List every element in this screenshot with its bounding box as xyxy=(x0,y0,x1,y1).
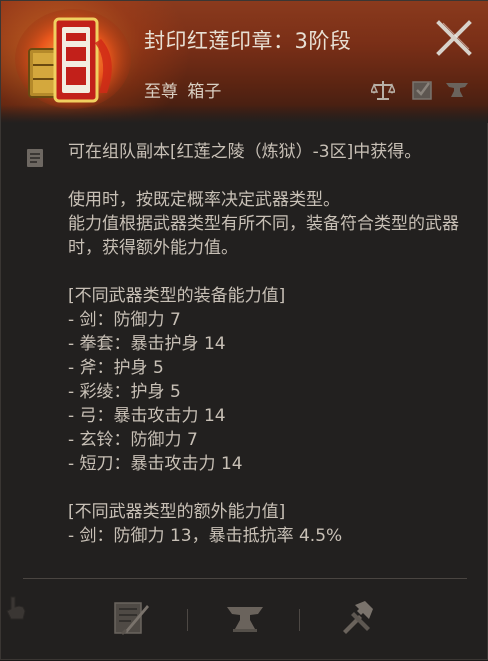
stat-line: - 斧：护身 5 xyxy=(68,358,164,378)
cursor-icon xyxy=(6,596,26,620)
item-tooltip-panel: 封印红莲印章：3阶段 至尊 箱子 可在组队副本[红莲之陵（炼狱）-3区]中获得。… xyxy=(0,0,488,660)
item-grade-type: 至尊 箱子 xyxy=(144,82,222,102)
tooltip-header: 封印红莲印章：3阶段 至尊 箱子 xyxy=(1,1,488,123)
description-usage: 使用时，按既定概率决定武器类型。 xyxy=(68,190,340,210)
anvil-icon[interactable] xyxy=(445,79,469,101)
document-icon xyxy=(27,149,43,167)
stat-line: - 弓：暴击攻击力 14 xyxy=(68,406,226,426)
dismantle-icon[interactable] xyxy=(111,597,151,637)
item-title: 封印红莲印章：3阶段 xyxy=(144,29,352,53)
stat-line: - 彩绫：护身 5 xyxy=(68,382,181,402)
tooltip-footer xyxy=(1,579,488,661)
stat-line: - 剑：防御力 7 xyxy=(68,310,181,330)
footer-separator xyxy=(187,609,188,631)
close-icon[interactable] xyxy=(435,19,473,57)
stat-line: - 短刀：暴击攻击力 14 xyxy=(68,454,243,474)
stat-line: - 拳套：暴击护身 14 xyxy=(68,334,226,354)
description-acquisition: 可在组队副本[红莲之陵（炼狱）-3区]中获得。 xyxy=(68,142,422,162)
tooltip-content: 可在组队副本[红莲之陵（炼狱）-3区]中获得。 使用时，按既定概率决定武器类型。… xyxy=(1,123,488,573)
section-bonus-stats-title: [不同武器类型的额外能力值] xyxy=(68,502,286,522)
description-ability: 能力值根据武器类型有所不同，装备符合类型的武器时，获得额外能力值。 xyxy=(68,214,459,258)
footer-separator xyxy=(299,609,300,631)
stat-line: - 剑：防御力 13，暴击抵抗率 4.5% xyxy=(68,526,343,546)
checkbox-icon[interactable] xyxy=(410,79,434,101)
section-equip-stats-title: [不同武器类型的装备能力值] xyxy=(68,286,286,306)
anvil-icon[interactable] xyxy=(225,597,265,637)
item-description: 可在组队副本[红莲之陵（炼狱）-3区]中获得。 使用时，按既定概率决定武器类型。… xyxy=(68,140,463,548)
hammer-icon[interactable] xyxy=(337,597,377,637)
stat-line: - 玄铃：防御力 7 xyxy=(68,430,198,450)
red-lotus-seal-box-icon xyxy=(15,9,131,109)
scale-icon[interactable] xyxy=(371,79,395,101)
